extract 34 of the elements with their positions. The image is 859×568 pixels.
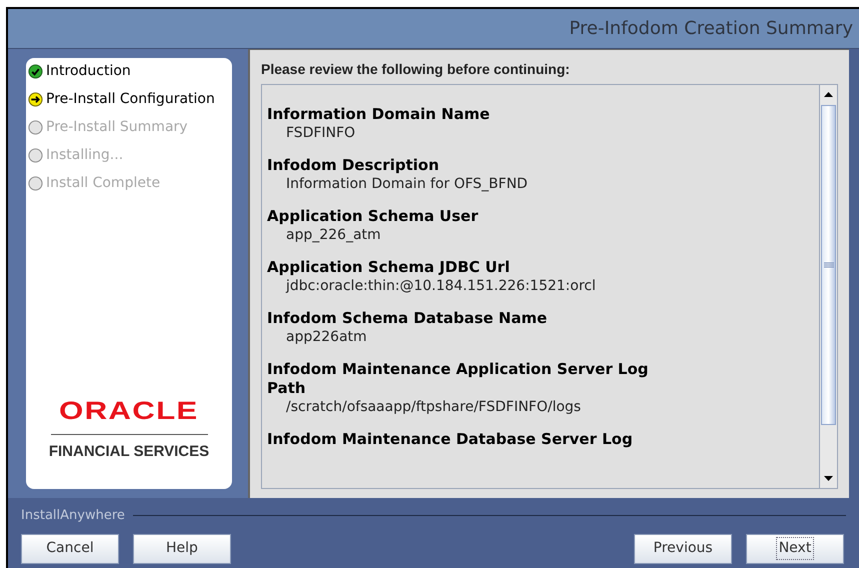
summary-value: jdbc:oracle:thin:@10.184.151.226:1521:orcl <box>284 277 597 295</box>
intro-text: Please review the following before continuing: <box>261 60 571 79</box>
summary-label: Infodom Maintenance Database Server Log <box>267 430 634 449</box>
circle-icon <box>28 176 43 191</box>
dialog-button[interactable]: Help <box>133 534 231 564</box>
dialog-button[interactable]: Cancel <box>21 534 119 564</box>
step-label: Introduction <box>46 62 131 81</box>
logo-tagline: FINANCIAL SERVICES <box>48 442 210 462</box>
dialog-button[interactable]: Next <box>746 534 844 564</box>
window-title: Pre-Infodom Creation Summary <box>569 17 853 41</box>
summary-label: Infodom Schema Database Name <box>267 309 548 328</box>
summary-value: app226atm <box>285 328 368 346</box>
scroll-thumb[interactable] <box>821 105 836 425</box>
grip-icon <box>824 262 834 268</box>
summary-value: app_226_atm <box>285 226 382 244</box>
checkmark-icon <box>28 64 43 79</box>
summary-label: Application Schema JDBC Url <box>267 258 511 277</box>
circle-icon <box>28 148 43 163</box>
step-label: Pre-Install Configuration <box>46 90 215 109</box>
summary-value: FSDFINFO <box>285 124 356 142</box>
scrollbar[interactable] <box>819 85 837 488</box>
dialog-button[interactable]: Previous <box>634 534 732 564</box>
footer-label: InstallAnywhere <box>21 507 125 525</box>
summary-label: Application Schema User <box>267 207 480 226</box>
step-label: Pre-Install Summary <box>46 118 188 137</box>
step-label: Installing... <box>46 146 124 165</box>
summary-label: Infodom Description <box>267 156 440 175</box>
summary-label: Infodom Maintenance Application Server Log Path <box>267 360 650 398</box>
logo-wordmark: ORACLE <box>59 398 199 424</box>
summary-value: /scratch/ofsaaapp/ftpshare/FSDFINFO/logs <box>285 398 582 416</box>
summary-value: Information Domain for OFS_BFND <box>285 175 529 193</box>
circle-icon <box>28 120 43 135</box>
summary-label: Information Domain Name <box>267 105 491 124</box>
step-label: Install Complete <box>46 174 160 193</box>
